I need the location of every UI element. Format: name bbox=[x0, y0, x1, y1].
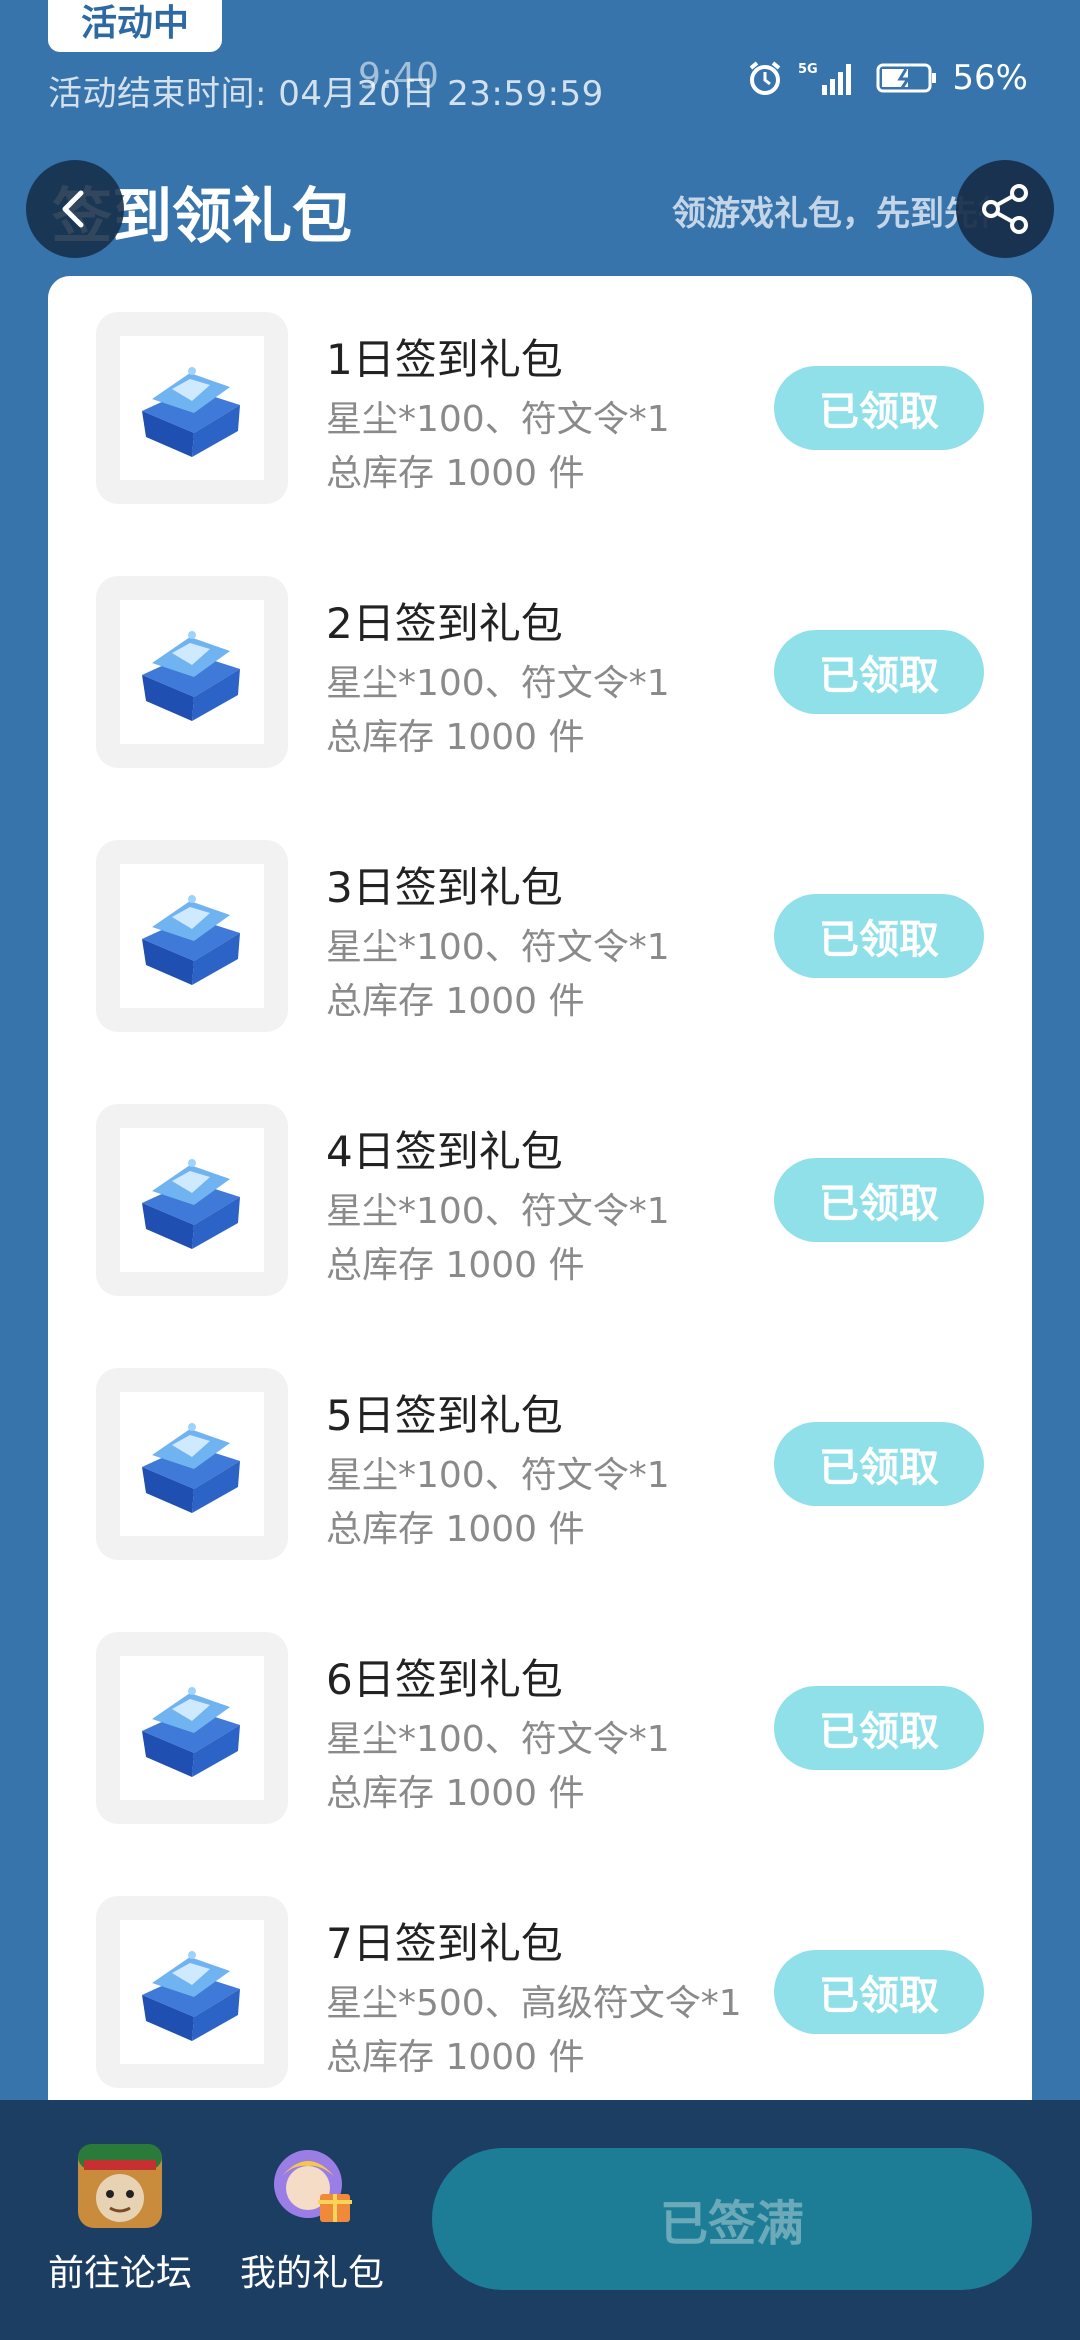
activity-end-time: 活动结束时间: 04月20日 23:59:59 bbox=[48, 74, 604, 114]
svg-text:5G: 5G bbox=[798, 62, 818, 77]
gift-avatar-icon bbox=[268, 2142, 356, 2230]
gift-thumbnail bbox=[96, 1368, 288, 1560]
claimed-button[interactable]: 已领取 bbox=[774, 630, 984, 714]
signal-5g-icon: 5G bbox=[798, 59, 862, 97]
gift-description: 星尘*100、符文令*1 bbox=[326, 1191, 670, 1232]
gift-description: 星尘*100、符文令*1 bbox=[326, 399, 670, 440]
gift-item-day-3: 3日签到礼包 星尘*100、符文令*1 总库存 1000 件 已领取 bbox=[48, 840, 1032, 1040]
treasure-chest-icon bbox=[142, 1159, 240, 1249]
gift-title: 5日签到礼包 bbox=[326, 1391, 563, 1440]
gift-title: 4日签到礼包 bbox=[326, 1127, 563, 1176]
gift-item-day-6: 6日签到礼包 星尘*100、符文令*1 总库存 1000 件 已领取 bbox=[48, 1632, 1032, 1832]
status-time: 9:40 bbox=[358, 56, 439, 97]
fully-signed-button[interactable]: 已签满 bbox=[432, 2148, 1032, 2290]
claimed-button[interactable]: 已领取 bbox=[774, 1686, 984, 1770]
gift-description: 星尘*100、符文令*1 bbox=[326, 1455, 670, 1496]
treasure-chest-icon bbox=[142, 631, 240, 721]
gift-stock: 总库存 1000 件 bbox=[326, 981, 585, 1022]
gift-thumbnail bbox=[96, 1104, 288, 1296]
activity-status-badge: 活动中 bbox=[48, 0, 222, 52]
gift-item-day-4: 4日签到礼包 星尘*100、符文令*1 总库存 1000 件 已领取 bbox=[48, 1104, 1032, 1304]
gift-thumbnail bbox=[96, 1896, 288, 2088]
claimed-button[interactable]: 已领取 bbox=[774, 1422, 984, 1506]
page-subtitle: 领游戏礼包，先到先得 bbox=[672, 194, 992, 234]
treasure-chest-icon bbox=[142, 1951, 240, 2041]
gift-thumbnail bbox=[96, 1632, 288, 1824]
gift-stock: 总库存 1000 件 bbox=[326, 453, 585, 494]
gift-description: 星尘*100、符文令*1 bbox=[326, 1719, 670, 1760]
share-icon bbox=[982, 184, 1028, 234]
gift-stock: 总库存 1000 件 bbox=[326, 1245, 585, 1286]
go-to-forum-button[interactable]: 前往论坛 bbox=[20, 2142, 220, 2296]
gift-title: 3日签到礼包 bbox=[326, 863, 563, 912]
treasure-chest-icon bbox=[142, 895, 240, 985]
my-gifts-label: 我的礼包 bbox=[239, 2253, 384, 2294]
gift-title: 1日签到礼包 bbox=[326, 335, 563, 384]
my-gifts-button[interactable]: 我的礼包 bbox=[212, 2142, 412, 2296]
game-avatar-icon bbox=[76, 2142, 164, 2230]
claimed-button[interactable]: 已领取 bbox=[774, 1950, 984, 2034]
claimed-button[interactable]: 已领取 bbox=[774, 1158, 984, 1242]
gift-list-card: 1日签到礼包 星尘*100、符文令*1 总库存 1000 件 已领取 2日签到礼… bbox=[48, 276, 1032, 2106]
treasure-chest-icon bbox=[142, 367, 240, 457]
status-bar-right: 5G 56% bbox=[746, 58, 1028, 98]
share-button[interactable] bbox=[956, 160, 1054, 258]
treasure-chest-icon bbox=[142, 1423, 240, 1513]
gift-title: 2日签到礼包 bbox=[326, 599, 563, 648]
gift-stock: 总库存 1000 件 bbox=[326, 717, 585, 758]
go-to-forum-label: 前往论坛 bbox=[47, 2253, 192, 2294]
alarm-icon bbox=[746, 59, 784, 97]
gift-stock: 总库存 1000 件 bbox=[326, 2037, 585, 2078]
treasure-chest-icon bbox=[142, 1687, 240, 1777]
gift-item-day-2: 2日签到礼包 星尘*100、符文令*1 总库存 1000 件 已领取 bbox=[48, 576, 1032, 776]
gift-thumbnail bbox=[96, 840, 288, 1032]
gift-description: 星尘*100、符文令*1 bbox=[326, 927, 670, 968]
battery-icon bbox=[876, 61, 938, 95]
chevron-left-icon bbox=[62, 190, 84, 228]
gift-thumbnail bbox=[96, 576, 288, 768]
gift-title: 6日签到礼包 bbox=[326, 1655, 563, 1704]
gift-item-day-5: 5日签到礼包 星尘*100、符文令*1 总库存 1000 件 已领取 bbox=[48, 1368, 1032, 1568]
gift-title: 7日签到礼包 bbox=[326, 1919, 563, 1968]
bottom-bar: 前往论坛 我的礼包 已签满 bbox=[0, 2100, 1080, 2340]
battery-percent: 56% bbox=[952, 58, 1028, 98]
gift-thumbnail bbox=[96, 312, 288, 504]
claimed-button[interactable]: 已领取 bbox=[774, 894, 984, 978]
gift-description: 星尘*100、符文令*1 bbox=[326, 663, 670, 704]
gift-item-day-7: 7日签到礼包 星尘*500、高级符文令*1 总库存 1000 件 已领取 bbox=[48, 1896, 1032, 2096]
back-button[interactable] bbox=[26, 160, 124, 258]
gift-item-day-1: 1日签到礼包 星尘*100、符文令*1 总库存 1000 件 已领取 bbox=[48, 312, 1032, 512]
gift-stock: 总库存 1000 件 bbox=[326, 1509, 585, 1550]
claimed-button[interactable]: 已领取 bbox=[774, 366, 984, 450]
gift-stock: 总库存 1000 件 bbox=[326, 1773, 585, 1814]
gift-description: 星尘*500、高级符文令*1 bbox=[326, 1983, 742, 2024]
